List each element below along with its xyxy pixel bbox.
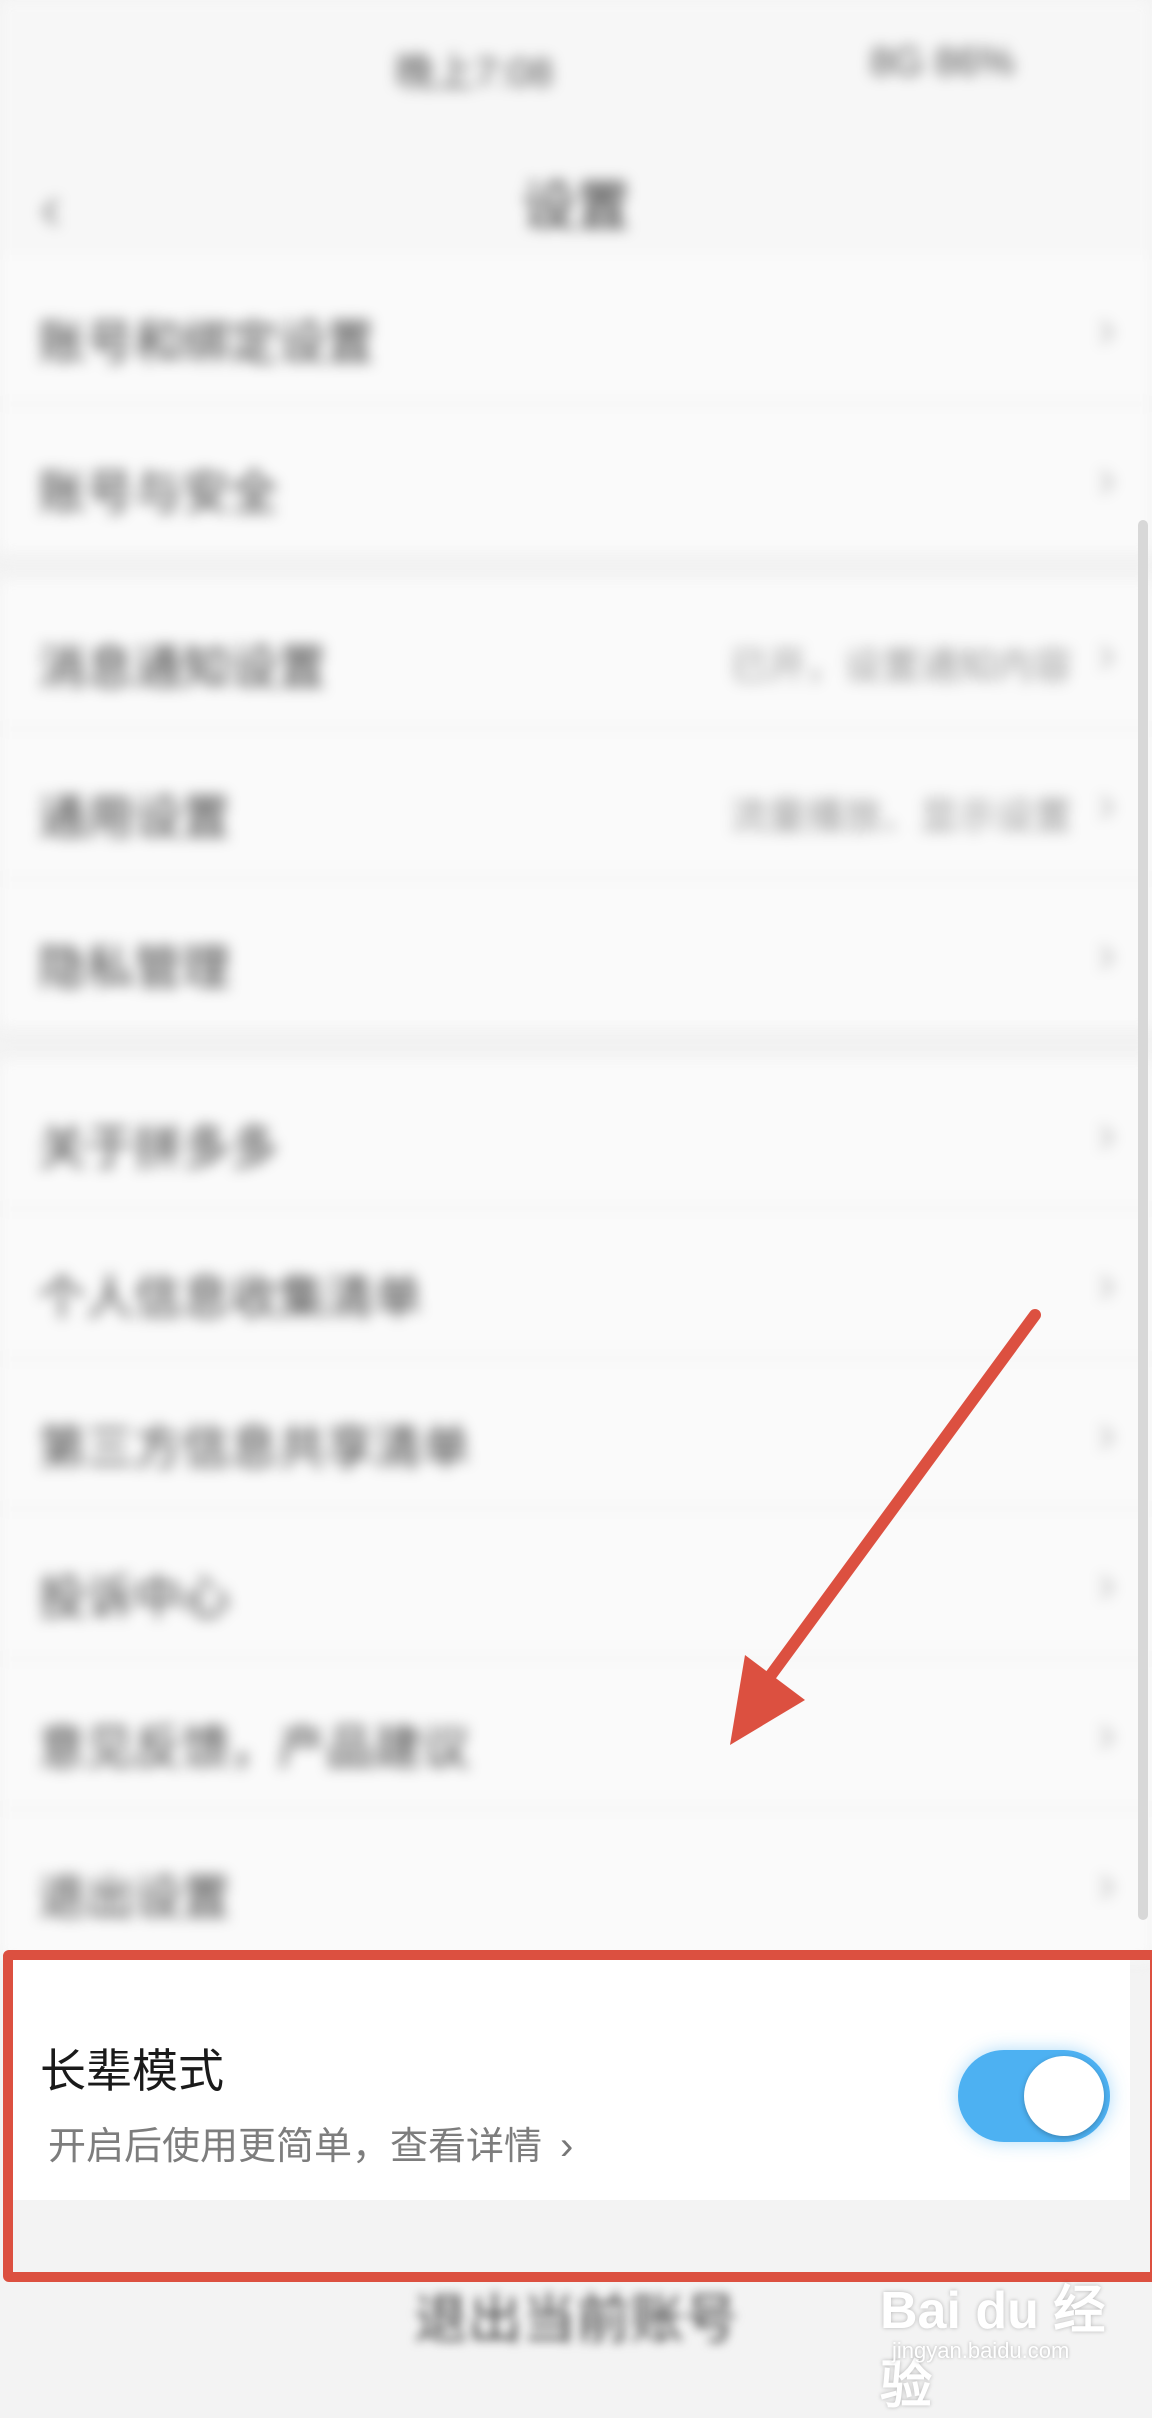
baidu-watermark: Bai du 经验 jingyan.baidu.com — [880, 2238, 1150, 2415]
annotation-arrow-icon — [730, 1309, 1041, 1745]
watermark-site: jingyan.baidu.com — [892, 2338, 1070, 2363]
